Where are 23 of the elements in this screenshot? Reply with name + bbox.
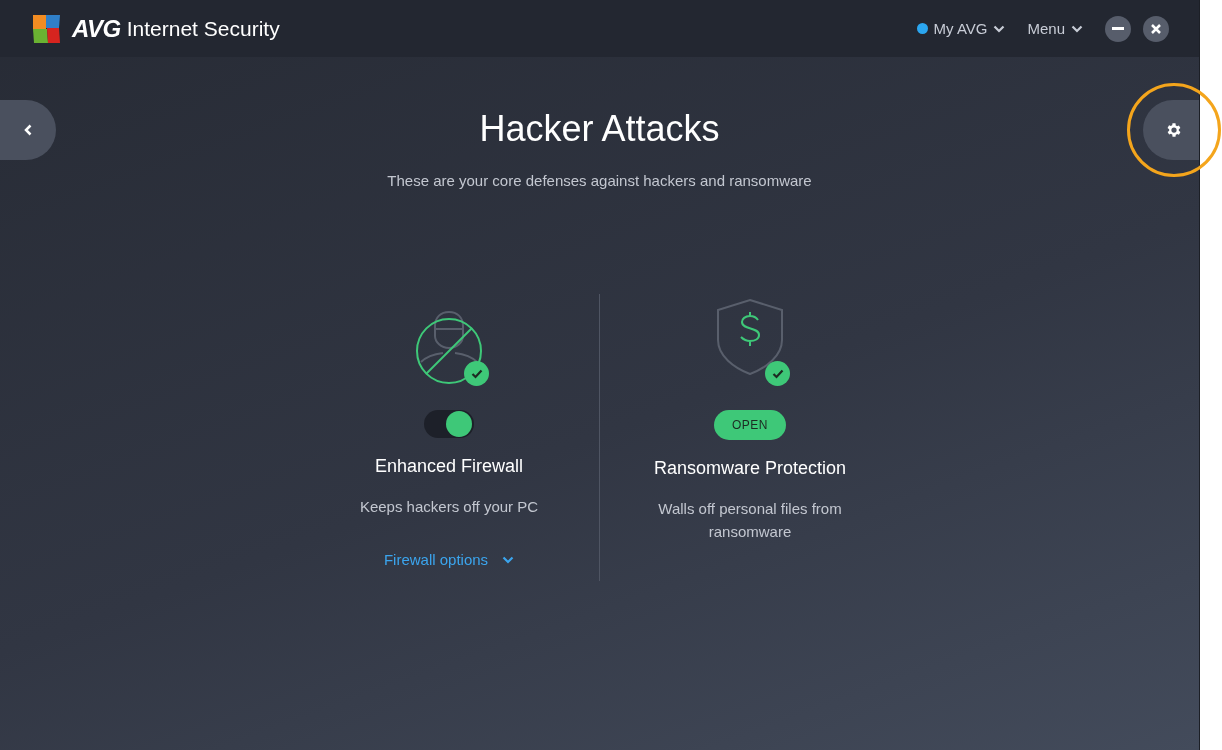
brand-name: AVG xyxy=(72,14,121,43)
settings-icon xyxy=(1165,121,1183,139)
feature-title: Enhanced Firewall xyxy=(374,456,524,477)
feature-toggle[interactable] xyxy=(424,410,474,438)
minimize-button[interactable] xyxy=(1105,15,1131,42)
product-name: Internet Security xyxy=(126,16,280,41)
chevron-down-icon xyxy=(1071,24,1083,33)
minus-icon xyxy=(1112,27,1124,30)
page-subtitle: These are your core defenses against hackers and ransomware xyxy=(387,172,812,189)
feature-description: Walls off personal files from ransomware xyxy=(657,499,843,542)
close-icon xyxy=(1151,23,1161,34)
settings-button[interactable] xyxy=(1143,100,1199,160)
chevron-down-icon xyxy=(993,24,1006,33)
open-button[interactable]: OPEN xyxy=(714,410,786,440)
options-link[interactable]: Firewall options xyxy=(383,551,515,568)
feature-description: Keeps hackers off your PC xyxy=(359,497,539,517)
chevron-down-icon xyxy=(502,555,515,564)
close-button[interactable] xyxy=(1143,15,1169,42)
page-title: Hacker Attacks xyxy=(479,108,720,150)
main-menu[interactable]: Menu xyxy=(1027,20,1083,37)
account-menu[interactable]: My AVG xyxy=(916,20,1006,37)
dollar-shield-icon xyxy=(715,296,785,376)
feature-title: Ransomware Protection xyxy=(653,458,847,479)
